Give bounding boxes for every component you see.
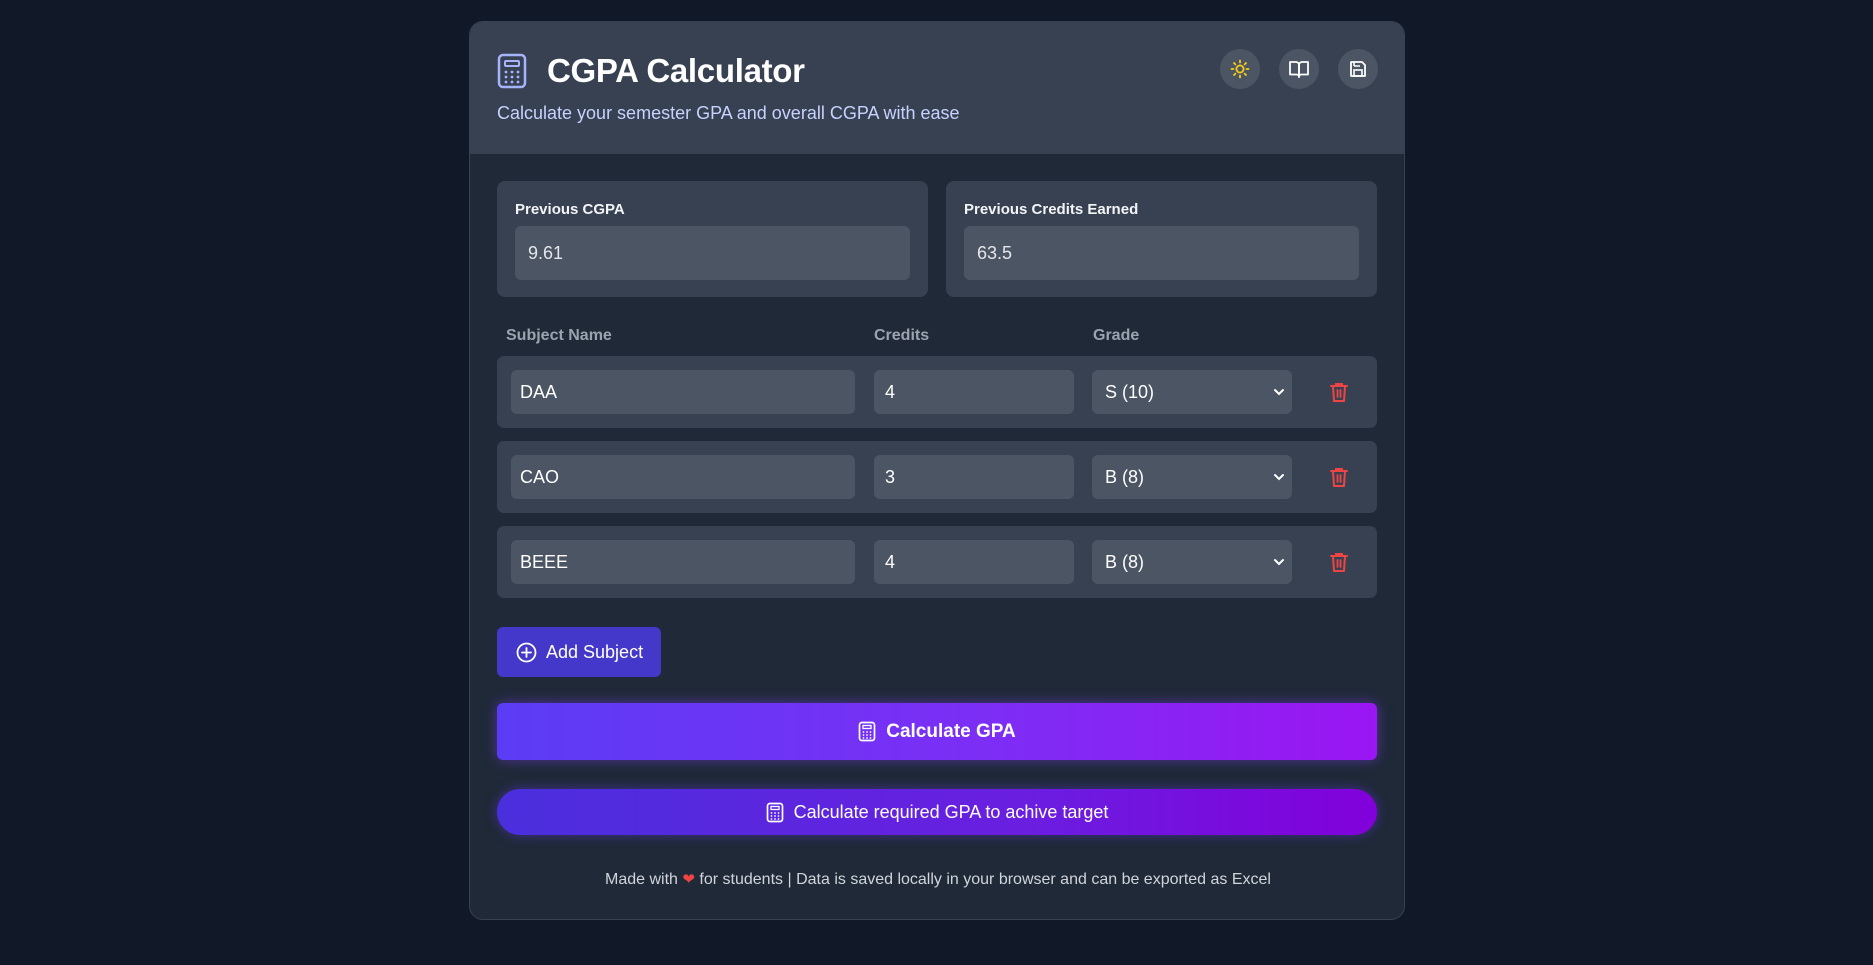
subject-row: CAO 3 B (8) <box>497 441 1377 513</box>
previous-credits-box: Previous Credits Earned 63.5 <box>946 181 1377 297</box>
page-title: CGPA Calculator <box>547 52 805 89</box>
page-subtitle: Calculate your semester GPA and overall … <box>497 103 960 123</box>
sun-icon <box>1230 59 1250 79</box>
previous-cgpa-label: Previous CGPA <box>515 201 625 218</box>
previous-credits-input[interactable]: 63.5 <box>964 226 1359 280</box>
credits-input[interactable]: 3 <box>874 455 1074 499</box>
grade-select[interactable]: B (8) <box>1092 455 1292 499</box>
previous-cgpa-box: Previous CGPA 9.61 <box>497 181 928 297</box>
calculate-target-label: Calculate required GPA to achive target <box>793 801 1109 822</box>
chevron-down-icon <box>1274 559 1284 566</box>
credits-input[interactable]: 4 <box>874 370 1074 414</box>
guide-button[interactable] <box>1279 49 1319 89</box>
card-header: CGPA Calculator Calculate your semester … <box>470 22 1404 154</box>
trash-icon[interactable] <box>1329 466 1349 488</box>
add-subject-label: Add Subject <box>546 641 644 662</box>
column-header-subject: Subject Name <box>506 327 612 344</box>
theme-toggle-button[interactable] <box>1220 49 1260 89</box>
calculate-gpa-label: Calculate GPA <box>886 720 1016 742</box>
credits-input[interactable]: 4 <box>874 540 1074 584</box>
footer-text: for students | Data is saved locally in … <box>699 871 1271 888</box>
grade-value: S (10) <box>1105 382 1155 402</box>
grade-value: B (8) <box>1105 467 1145 487</box>
previous-cgpa-input[interactable]: 9.61 <box>515 226 910 280</box>
trash-icon[interactable] <box>1329 381 1349 403</box>
subject-name-input[interactable]: CAO <box>511 455 855 499</box>
column-header-grade: Grade <box>1093 327 1140 344</box>
grade-select[interactable]: S (10) <box>1092 370 1292 414</box>
calculate-target-button[interactable]: Calculate required GPA to achive target <box>497 789 1377 835</box>
footer-made-with: Made with <box>605 871 678 888</box>
plus-circle-icon <box>516 642 537 662</box>
subject-row: DAA 4 S (10) <box>497 356 1377 428</box>
trash-icon[interactable] <box>1329 551 1349 573</box>
previous-credits-label: Previous Credits Earned <box>964 201 1139 218</box>
calculator-icon <box>858 721 876 742</box>
calculate-gpa-button[interactable]: Calculate GPA <box>497 703 1377 760</box>
subject-row: BEEE 4 B (8) <box>497 526 1377 598</box>
save-icon <box>1350 61 1366 77</box>
grade-select[interactable]: B (8) <box>1092 540 1292 584</box>
calculator-card: CGPA Calculator Calculate your semester … <box>469 21 1405 920</box>
heart-icon: ❤ <box>682 871 695 888</box>
book-open-icon <box>1289 61 1309 78</box>
calculator-icon <box>766 802 783 822</box>
save-button[interactable] <box>1338 49 1378 89</box>
subject-name-input[interactable]: DAA <box>511 370 855 414</box>
chevron-down-icon <box>1274 474 1284 481</box>
column-header-credits: Credits <box>874 327 930 344</box>
subject-name-input[interactable]: BEEE <box>511 540 855 584</box>
grade-value: B (8) <box>1105 552 1145 572</box>
footer-note: Made with ❤ for students | Data is saved… <box>470 870 1404 889</box>
chevron-down-icon <box>1274 389 1284 396</box>
calculator-icon <box>497 53 527 89</box>
add-subject-button[interactable]: Add Subject <box>497 627 661 677</box>
